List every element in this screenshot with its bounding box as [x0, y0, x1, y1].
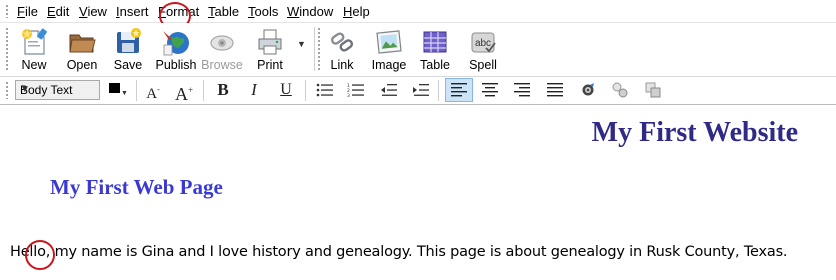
- justify-button[interactable]: [543, 79, 567, 101]
- link-label: Link: [330, 58, 354, 72]
- target-icon: [582, 83, 594, 96]
- image-picture-icon: [376, 30, 402, 54]
- folder-open-icon: [69, 34, 96, 53]
- new-page-icon: [22, 28, 47, 55]
- bullet-list-button[interactable]: [313, 79, 337, 101]
- align-justify-icon: [547, 83, 563, 97]
- image-label: Image: [371, 58, 407, 72]
- format-separator: [438, 80, 439, 101]
- menu-bar-grip[interactable]: [5, 4, 9, 18]
- chevron-down-icon: ▼: [20, 84, 30, 95]
- squares-layer-icon: [645, 82, 661, 98]
- print-label: Print: [257, 58, 283, 72]
- text-color-button[interactable]: ▼: [108, 80, 130, 100]
- document-editor[interactable]: My First Website My First Web Page Hello…: [0, 105, 836, 280]
- publish-globe-icon: [163, 31, 189, 56]
- heading-my-first-web-page: My First Web Page: [50, 175, 223, 199]
- link-button[interactable]: Link: [318, 25, 366, 75]
- menu-insert[interactable]: Insert: [116, 4, 149, 19]
- menu-window[interactable]: Window: [287, 4, 333, 19]
- menu-view[interactable]: View: [79, 4, 107, 19]
- arrange-button[interactable]: [641, 79, 665, 101]
- browse-eye-icon: [210, 35, 234, 51]
- spell-check-icon: abc: [471, 32, 496, 53]
- decrease-font-size-button[interactable]: A-: [141, 79, 165, 102]
- browse-label: Browse: [201, 58, 243, 72]
- printer-icon: [258, 29, 282, 55]
- svg-text:3: 3: [347, 93, 350, 97]
- menu-tools[interactable]: Tools: [248, 4, 278, 19]
- italic-button[interactable]: I: [242, 79, 266, 101]
- align-right-button[interactable]: [510, 79, 534, 101]
- menu-file[interactable]: File: [17, 4, 38, 19]
- table-label: Table: [420, 58, 450, 72]
- align-center-button[interactable]: [478, 79, 502, 101]
- numbered-list-icon: 1 2 3: [347, 83, 364, 99]
- align-center-icon: [482, 83, 498, 97]
- indent-icon: [413, 84, 429, 96]
- layer-button[interactable]: [608, 79, 632, 101]
- menu-edit[interactable]: Edit: [47, 4, 69, 19]
- body-paragraph: Hello, my name is Gina and I love histor…: [10, 244, 788, 260]
- open-button[interactable]: Open: [58, 25, 106, 75]
- open-label: Open: [66, 58, 98, 72]
- spell-button[interactable]: abc Spell: [459, 25, 507, 75]
- toolbar-separator: [314, 27, 315, 71]
- text-color-swatch-icon: [109, 83, 120, 93]
- outdent-icon: [381, 84, 397, 96]
- format-separator: [305, 80, 306, 101]
- link-chain-icon: [330, 32, 354, 52]
- bold-button[interactable]: B: [211, 79, 235, 101]
- format-separator: [203, 80, 204, 101]
- paragraph-style-select[interactable]: Body Text ▼: [15, 80, 100, 100]
- numbered-list-button[interactable]: 1 2 3: [344, 79, 368, 101]
- main-toolbar: New Open Save Publish Browse Print ▼ Lin…: [0, 23, 836, 77]
- publish-button[interactable]: Publish: [152, 25, 200, 75]
- align-left-icon: [451, 83, 467, 97]
- align-left-button[interactable]: [445, 78, 473, 102]
- new-button[interactable]: New: [10, 25, 58, 75]
- text-color-dropdown-icon: ▼: [121, 90, 128, 97]
- target-anchor-button[interactable]: [576, 79, 600, 101]
- menu-table[interactable]: Table: [208, 4, 239, 19]
- format-toolbar: Body Text ▼ ▼ A- A+ B I U 1 2 3: [0, 77, 836, 105]
- new-label: New: [21, 58, 47, 72]
- circles-layer-icon: [612, 82, 628, 98]
- menu-bar: File Edit View Insert Format Table Tools…: [0, 0, 836, 23]
- table-grid-icon: [423, 31, 447, 53]
- browse-button[interactable]: Browse: [198, 25, 246, 75]
- increase-font-size-button[interactable]: A+: [172, 79, 196, 104]
- table-button[interactable]: Table: [411, 25, 459, 75]
- image-button[interactable]: Image: [365, 25, 413, 75]
- decrease-indent-button[interactable]: [377, 79, 401, 101]
- menu-help[interactable]: Help: [343, 4, 370, 19]
- align-right-icon: [514, 83, 530, 97]
- print-dropdown-arrow-icon[interactable]: ▼: [297, 39, 306, 49]
- publish-label: Publish: [155, 58, 197, 72]
- print-button[interactable]: Print: [246, 25, 294, 75]
- format-toolbar-grip[interactable]: [5, 81, 9, 99]
- spell-label: Spell: [469, 58, 497, 72]
- bullet-list-icon: [316, 83, 333, 97]
- save-disk-icon: [117, 28, 141, 53]
- save-button[interactable]: Save: [104, 25, 152, 75]
- menu-format[interactable]: Format: [158, 4, 199, 19]
- svg-text:abc: abc: [475, 38, 491, 49]
- increase-indent-button[interactable]: [409, 79, 433, 101]
- heading-my-first-website: My First Website: [591, 117, 798, 148]
- toolbar-grip[interactable]: [5, 27, 9, 71]
- format-separator: [136, 80, 137, 101]
- underline-button[interactable]: U: [274, 79, 298, 101]
- save-label: Save: [113, 58, 143, 72]
